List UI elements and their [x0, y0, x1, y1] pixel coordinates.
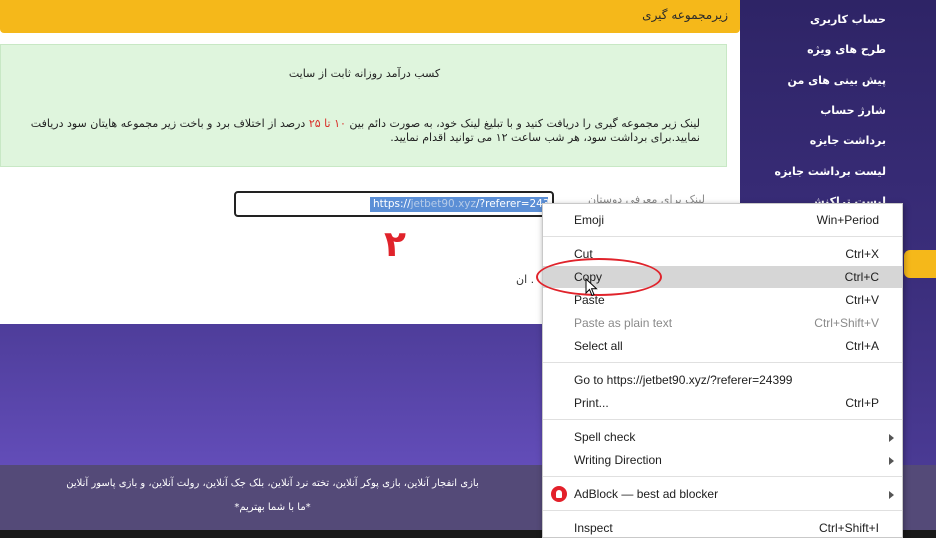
annotation-step-number: ۲: [384, 224, 406, 265]
menu-separator: [543, 419, 902, 420]
referral-link-selected-text[interactable]: https://jetbet90.xyz/?referer=24399: [370, 197, 548, 212]
menu-item-paste-plain[interactable]: Paste as plain text Ctrl+Shift+V: [543, 312, 902, 334]
sidebar-item-withdraw-prize[interactable]: برداشت جایزه: [810, 134, 886, 147]
menu-item-label: Select all: [574, 339, 623, 353]
sidebar-item-withdraw-list[interactable]: لیست برداشت جایزه: [775, 165, 887, 178]
page-title: زیرمجموعه گیری: [642, 8, 728, 22]
menu-item-shortcut: Ctrl+C: [844, 270, 879, 284]
sidebar-item-charge-account[interactable]: شارژ حساب: [820, 104, 886, 117]
menu-item-select-all[interactable]: Select all Ctrl+A: [543, 335, 902, 357]
referral-link-prefix: https://: [373, 198, 411, 210]
info-body-percent-range: ۱۰ تا ۲۵: [308, 117, 346, 130]
footer-slogan: *ما با شما بهتریم*: [234, 502, 311, 513]
menu-item-print[interactable]: Print... Ctrl+P: [543, 392, 902, 414]
info-box: کسب درآمد روزانه ثابت از سایت لینک زیر م…: [0, 44, 727, 167]
menu-separator: [543, 362, 902, 363]
sidebar-item-account[interactable]: حساب کاربری: [810, 13, 886, 26]
menu-item-label: Print...: [574, 396, 609, 410]
menu-item-shortcut: Win+Period: [816, 213, 879, 227]
menu-item-inspect[interactable]: Inspect Ctrl+Shift+I: [543, 517, 902, 538]
menu-item-emoji[interactable]: Emoji Win+Period: [543, 209, 902, 231]
menu-separator: [543, 236, 902, 237]
menu-item-go-to-link[interactable]: Go to https://jetbet90.xyz/?referer=2439…: [543, 369, 902, 391]
menu-item-shortcut: Ctrl+X: [845, 247, 879, 261]
page-header: زیرمجموعه گیری: [0, 0, 740, 33]
submenu-arrow-icon: [889, 457, 894, 465]
info-heading: کسب درآمد روزانه ثابت از سایت: [288, 67, 441, 80]
menu-item-shortcut: Ctrl+Shift+V: [814, 316, 879, 330]
menu-item-label: AdBlock — best ad blocker: [574, 487, 719, 501]
menu-item-label: Emoji: [574, 213, 605, 227]
menu-item-shortcut: Ctrl+A: [845, 339, 879, 353]
submenu-arrow-icon: [889, 434, 894, 442]
menu-item-shortcut: Ctrl+V: [845, 293, 879, 307]
menu-item-writing-direction[interactable]: Writing Direction: [543, 449, 902, 471]
submenu-arrow-icon: [889, 491, 894, 499]
referral-link-field[interactable]: https://jetbet90.xyz/?referer=24399: [234, 191, 554, 217]
menu-item-spell-check[interactable]: Spell check: [543, 426, 902, 448]
menu-item-label: Go to https://jetbet90.xyz/?referer=2439…: [574, 373, 793, 387]
sidebar-item-my-predictions[interactable]: پیش بینی های من: [788, 74, 886, 87]
menu-item-label: Spell check: [574, 430, 636, 444]
context-menu: Emoji Win+Period Cut Ctrl+X Copy Ctrl+C …: [542, 203, 903, 538]
menu-separator: [543, 510, 902, 511]
sidebar-item-referral-active[interactable]: [904, 250, 936, 278]
sidebar-item-special-plans[interactable]: طرح های ویژه: [807, 43, 886, 56]
info-body-text-start: لینک زیر مجموعه گیری را دریافت کنید و با…: [345, 117, 700, 130]
referral-link-blurred-domain: jetbet90.xyz: [410, 198, 477, 210]
menu-item-shortcut: Ctrl+P: [845, 396, 879, 410]
menu-item-label: Inspect: [574, 521, 613, 535]
annotation-circle: [536, 258, 662, 296]
mouse-cursor-icon: [585, 278, 598, 297]
adblock-icon: [551, 486, 567, 502]
referral-link-suffix: /?referer=24399: [476, 198, 548, 210]
menu-separator: [543, 476, 902, 477]
menu-item-label: Paste as plain text: [574, 316, 673, 330]
menu-item-adblock[interactable]: AdBlock — best ad blocker: [543, 483, 902, 505]
menu-item-label: Writing Direction: [574, 453, 662, 467]
footer-games-list: بازی انفجار آنلاین، بازی پوکر آنلاین، تخ…: [66, 478, 479, 489]
menu-item-shortcut: Ctrl+Shift+I: [818, 521, 879, 535]
info-body: لینک زیر مجموعه گیری را دریافت کنید و با…: [11, 117, 700, 145]
